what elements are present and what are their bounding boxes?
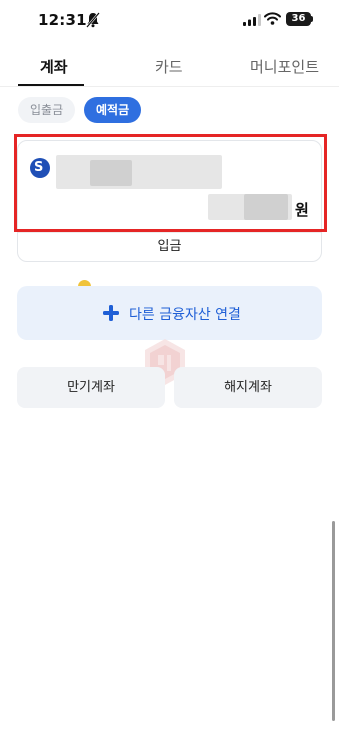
closed-accounts-button[interactable]: 해지계좌	[174, 367, 322, 408]
battery-tip	[311, 16, 313, 22]
battery-icon: 36	[286, 12, 311, 26]
battery-level: 36	[291, 13, 306, 24]
status-time: 12:31	[38, 11, 87, 29]
cellular-signal-icon	[243, 14, 261, 26]
filter-chip-savings[interactable]: 예적금	[84, 97, 142, 123]
tab-accounts[interactable]: 계좌	[40, 56, 68, 77]
deposit-button[interactable]: 입금	[18, 233, 321, 261]
maturity-accounts-button[interactable]: 만기계좌	[17, 367, 165, 408]
tab-money-points[interactable]: 머니포인트	[250, 56, 319, 77]
link-other-assets-label: 다른 금융자산 연결	[129, 307, 241, 323]
status-bar: 12:31 36	[0, 0, 339, 40]
tab-cards[interactable]: 카드	[155, 56, 183, 77]
tabs-divider	[0, 86, 339, 87]
wifi-icon	[264, 12, 281, 25]
bell-muted-icon	[86, 12, 100, 28]
top-tabs: 계좌 카드 머니포인트	[0, 48, 339, 88]
plus-icon	[103, 305, 119, 321]
vertical-scrollbar[interactable]	[332, 521, 335, 721]
highlight-annotation-box	[14, 134, 327, 232]
filter-chip-deposit-withdrawal[interactable]: 입출금	[18, 97, 76, 123]
